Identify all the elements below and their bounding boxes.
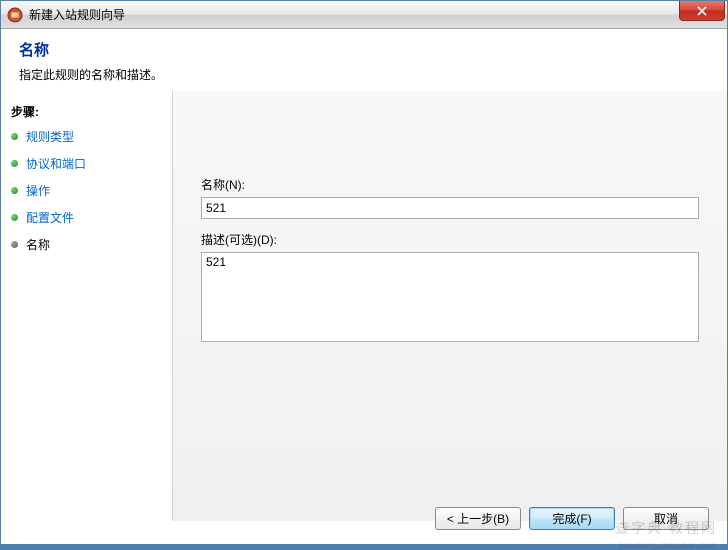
name-label: 名称(N): <box>201 176 699 193</box>
close-icon <box>697 6 707 16</box>
titlebar: 新建入站规则向导 <box>1 1 727 29</box>
step-label: 规则类型 <box>26 128 74 145</box>
page-description: 指定此规则的名称和描述。 <box>19 66 709 83</box>
steps-sidebar: 步骤: 规则类型 协议和端口 操作 配置文件 名称 <box>1 91 173 521</box>
step-label: 名称 <box>26 236 50 253</box>
button-bar: < 上一步(B) 完成(F) 取消 <box>435 507 709 530</box>
window-title: 新建入站规则向导 <box>29 6 721 23</box>
bullet-icon <box>11 241 18 248</box>
bullet-icon <box>11 133 18 140</box>
bullet-icon <box>11 160 18 167</box>
body: 步骤: 规则类型 协议和端口 操作 配置文件 名称 <box>1 91 727 521</box>
description-input[interactable] <box>201 252 699 342</box>
main-content: 名称(N): 描述(可选)(D): <box>173 91 727 521</box>
bullet-icon <box>11 214 18 221</box>
close-button[interactable] <box>679 1 725 21</box>
back-button[interactable]: < 上一步(B) <box>435 507 521 530</box>
step-rule-type[interactable]: 规则类型 <box>11 128 162 145</box>
step-label: 操作 <box>26 182 50 199</box>
step-protocol-ports[interactable]: 协议和端口 <box>11 155 162 172</box>
description-label: 描述(可选)(D): <box>201 231 699 248</box>
step-action[interactable]: 操作 <box>11 182 162 199</box>
page-title: 名称 <box>19 39 709 60</box>
description-group: 描述(可选)(D): <box>201 231 699 345</box>
name-group: 名称(N): <box>201 176 699 219</box>
name-input[interactable] <box>201 197 699 219</box>
cancel-button[interactable]: 取消 <box>623 507 709 530</box>
app-icon <box>7 7 23 23</box>
watermark-url: jiaocheng.chazidian.com <box>618 540 717 550</box>
step-profile[interactable]: 配置文件 <box>11 209 162 226</box>
bullet-icon <box>11 187 18 194</box>
finish-button[interactable]: 完成(F) <box>529 507 615 530</box>
step-name[interactable]: 名称 <box>11 236 162 253</box>
step-label: 协议和端口 <box>26 155 86 172</box>
wizard-window: 新建入站规则向导 名称 指定此规则的名称和描述。 步骤: 规则类型 协议和端口 … <box>0 0 728 545</box>
header-area: 名称 指定此规则的名称和描述。 <box>1 29 727 91</box>
steps-heading: 步骤: <box>11 103 162 120</box>
step-label: 配置文件 <box>26 209 74 226</box>
